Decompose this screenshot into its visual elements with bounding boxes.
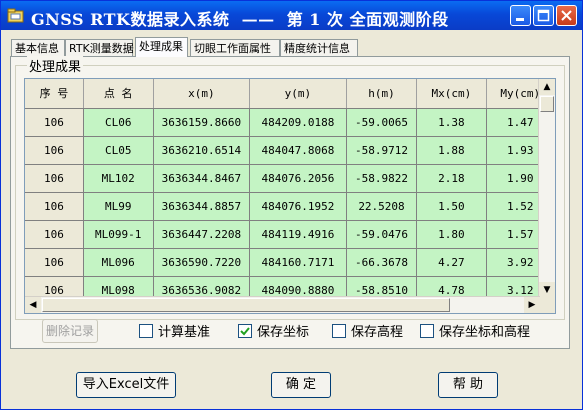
results-grid[interactable]: 序 号 点 名 x(m) y(m) h(m) Mx(cm) My(cm) 106… [24,78,556,314]
x-cell[interactable]: 3636210.6514 [153,136,251,165]
scroll-left-icon[interactable]: ◀ [25,297,41,313]
y-cell[interactable]: 484076.1952 [249,192,347,221]
horizontal-scrollbar[interactable]: ◀ ▶ [25,296,540,313]
row-index-cell[interactable]: 106 [25,136,84,165]
table-row[interactable]: 106 ML096 3636590.7220 484160.7171 -66.3… [25,248,555,277]
column-header[interactable]: x(m) [153,79,251,109]
mx-cell[interactable]: 1.38 [416,108,487,137]
point-name-cell[interactable]: ML99 [83,192,154,221]
title-bar[interactable]: GNSS RTK数据录入系统 —— 第 1 次 全面观测阶段 [1,1,582,30]
table-row[interactable]: 106 ML102 3636344.8467 484076.2056 -58.9… [25,164,555,193]
save-elevation-checkbox[interactable]: 保存高程 [332,324,403,340]
checkbox-label: 保存高程 [351,325,404,340]
mx-cell[interactable]: 1.88 [416,136,487,165]
row-index-cell[interactable]: 106 [25,248,84,277]
checkbox-label: 计算基准 [158,325,211,340]
checkbox-box[interactable] [238,324,252,338]
mx-cell[interactable]: 1.80 [416,220,487,249]
save-coords-elevation-checkbox[interactable]: 保存坐标和高程 [420,324,530,340]
scroll-down-icon[interactable]: ▼ [539,282,555,298]
h-cell[interactable]: -59.0065 [346,108,418,137]
point-name-cell[interactable]: ML102 [83,164,154,193]
delete-record-button[interactable]: 删除记录 [42,319,98,343]
vertical-scrollbar[interactable]: ▲ ▼ [538,79,555,298]
checkbox-box[interactable] [332,324,346,338]
help-button[interactable]: 帮 助 [438,372,498,398]
checkbox-label: 保存坐标 [257,325,310,340]
table-header-row: 序 号 点 名 x(m) y(m) h(m) Mx(cm) My(cm) [25,79,555,109]
minimize-icon [516,18,524,21]
x-cell[interactable]: 3636590.7220 [153,248,251,277]
ok-button[interactable]: 确 定 [271,372,331,398]
scroll-up-icon[interactable]: ▲ [539,79,555,95]
y-cell[interactable]: 484160.7171 [249,248,347,277]
results-table: 序 号 点 名 x(m) y(m) h(m) Mx(cm) My(cm) 106… [25,79,555,313]
checkbox-box[interactable] [139,324,153,338]
h-cell[interactable]: -58.9712 [346,136,418,165]
checkbox-label: 保存坐标和高程 [439,325,531,340]
mx-cell[interactable]: 4.27 [416,248,487,277]
app-icon [7,8,24,23]
h-cell[interactable]: -58.9822 [346,164,418,193]
tab-basic-info[interactable]: 基本信息 [11,39,65,56]
y-cell[interactable]: 484119.4916 [249,220,347,249]
y-cell[interactable]: 484076.2056 [249,164,347,193]
tab-rtk-data[interactable]: RTK测量数据 [65,39,134,56]
table-row[interactable]: 106 CL05 3636210.6514 484047.8068 -58.97… [25,136,555,165]
x-cell[interactable]: 3636447.2208 [153,220,251,249]
column-header[interactable]: 序 号 [25,79,84,109]
row-index-cell[interactable]: 106 [25,164,84,193]
column-header[interactable]: y(m) [249,79,347,109]
tab-results[interactable]: 处理成果 [135,37,188,57]
point-name-cell[interactable]: CL05 [83,136,154,165]
scroll-corner [539,297,555,313]
column-header[interactable]: h(m) [346,79,418,109]
maximize-button[interactable] [533,5,554,26]
vertical-scroll-thumb[interactable] [540,96,554,112]
x-cell[interactable]: 3636159.8660 [153,108,251,137]
checkbox-box[interactable] [420,324,434,338]
point-name-cell[interactable]: ML096 [83,248,154,277]
y-cell[interactable]: 484209.0188 [249,108,347,137]
tab-face-attributes[interactable]: 切眼工作面属性 [190,39,280,56]
table-row[interactable]: 106 CL06 3636159.8660 484209.0188 -59.00… [25,108,555,137]
horizontal-scroll-thumb[interactable] [42,298,450,312]
h-cell[interactable]: 22.5208 [346,192,418,221]
minimize-button[interactable] [510,5,531,26]
save-coords-checkbox[interactable]: 保存坐标 [238,324,309,340]
column-header[interactable]: 点 名 [83,79,154,109]
y-cell[interactable]: 484047.8068 [249,136,347,165]
close-button[interactable] [556,5,577,26]
column-header[interactable]: Mx(cm) [416,79,487,109]
row-index-cell[interactable]: 106 [25,108,84,137]
point-name-cell[interactable]: ML099-1 [83,220,154,249]
mx-cell[interactable]: 2.18 [416,164,487,193]
h-cell[interactable]: -66.3678 [346,248,418,277]
import-excel-button[interactable]: 导入Excel文件 [76,372,176,398]
window-title: GNSS RTK数据录入系统 —— 第 1 次 全面观测阶段 [31,10,449,29]
maximize-icon [537,9,550,22]
scroll-right-icon[interactable]: ▶ [524,297,540,313]
app-window: GNSS RTK数据录入系统 —— 第 1 次 全面观测阶段 基本信息 RTK测… [0,0,583,410]
tab-precision-stats[interactable]: 精度统计信息 [280,39,358,56]
h-cell[interactable]: -59.0476 [346,220,418,249]
table-row[interactable]: 106 ML99 3636344.8857 484076.1952 22.520… [25,192,555,221]
x-cell[interactable]: 3636344.8857 [153,192,251,221]
calc-datum-checkbox[interactable]: 计算基准 [139,324,210,340]
close-icon [561,10,572,21]
mx-cell[interactable]: 1.50 [416,192,487,221]
group-label: 处理成果 [27,56,84,75]
checkmark-icon [240,327,250,336]
row-index-cell[interactable]: 106 [25,192,84,221]
x-cell[interactable]: 3636344.8467 [153,164,251,193]
row-index-cell[interactable]: 106 [25,220,84,249]
table-row[interactable]: 106 ML099-1 3636447.2208 484119.4916 -59… [25,220,555,249]
point-name-cell[interactable]: CL06 [83,108,154,137]
